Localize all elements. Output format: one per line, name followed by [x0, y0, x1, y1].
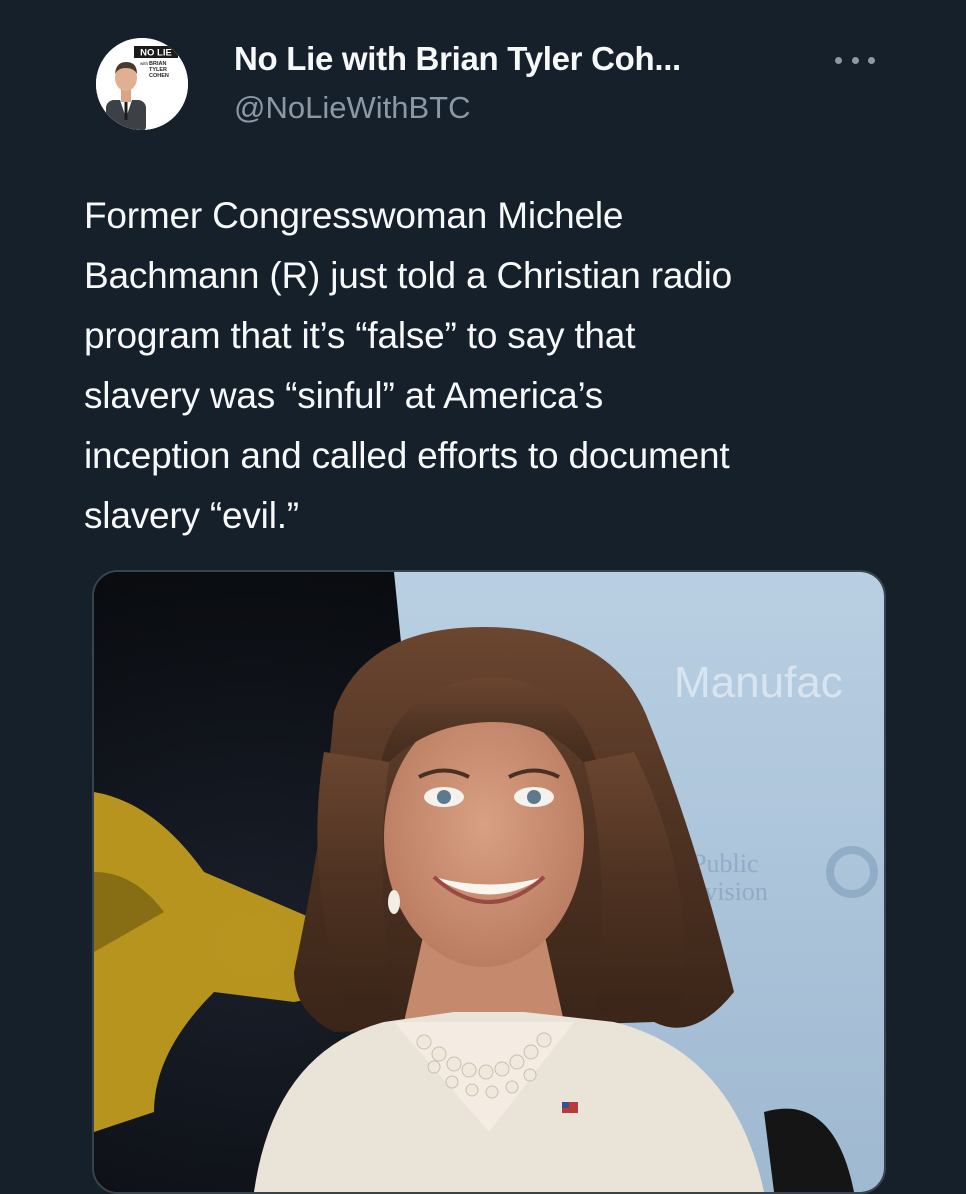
- photo-image: Manufac a Public elevision: [94, 572, 884, 1192]
- tweet-text-line: Former Congresswoman Michele: [84, 195, 624, 236]
- tweet-text-line: slavery was “sinful” at America’s: [84, 375, 604, 416]
- avatar-brand-line3: COHEN: [149, 73, 169, 79]
- tweet-text: Former Congresswoman Michele Bachmann (R…: [84, 186, 904, 546]
- avatar-brand-with: with: [140, 61, 148, 66]
- tweet-text-line: Bachmann (R) just told a Christian radio: [84, 255, 733, 296]
- author-handle[interactable]: @NoLieWithBTC: [234, 90, 470, 126]
- author-display-name[interactable]: No Lie with Brian Tyler Coh...: [234, 40, 681, 78]
- avatar-badge-text: NO LIE: [140, 48, 172, 59]
- tweet-text-line: inception and called efforts to document: [84, 435, 730, 476]
- author-avatar[interactable]: NO LIE with BRIAN TYLER COHEN: [96, 38, 188, 130]
- avatar-image: NO LIE with BRIAN TYLER COHEN: [96, 38, 188, 130]
- backdrop-text: Manufac: [674, 658, 843, 707]
- tweet-text-line: slavery “evil.”: [84, 495, 299, 536]
- more-dot: [835, 56, 842, 64]
- more-dot: [851, 56, 859, 64]
- tweet-text-line: program that it’s “false” to say that: [84, 315, 636, 356]
- more-dot: [868, 56, 875, 64]
- more-options-icon[interactable]: [835, 48, 875, 72]
- tweet-media-photo[interactable]: Manufac a Public elevision: [92, 570, 886, 1194]
